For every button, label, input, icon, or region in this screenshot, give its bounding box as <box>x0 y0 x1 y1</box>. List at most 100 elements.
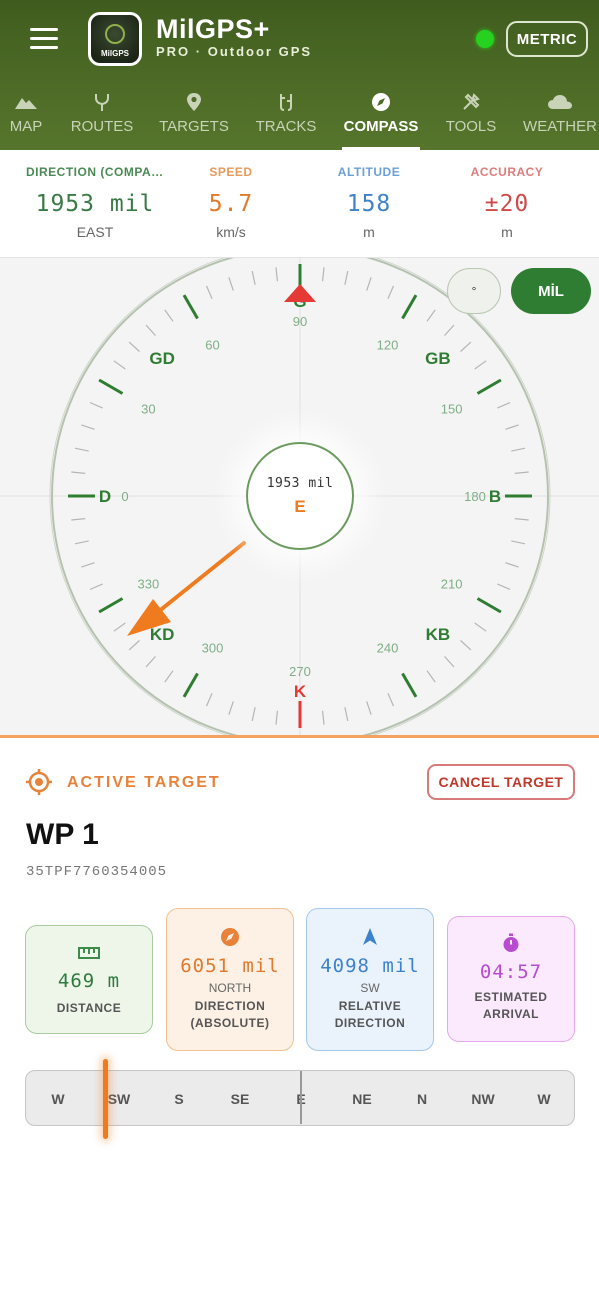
degree-number: 180 <box>464 489 486 504</box>
minor-tick <box>444 656 455 668</box>
accuracy-label: ACCURACY <box>470 165 544 179</box>
minor-tick <box>164 309 174 322</box>
estimated-arrival-label: ESTIMATED <box>474 990 548 1004</box>
major-tick <box>476 597 502 614</box>
estimated-arrival-value: 04:57 <box>479 961 543 983</box>
minor-tick <box>113 622 126 632</box>
minor-tick <box>387 693 395 707</box>
minor-tick <box>251 270 256 285</box>
absolute-direction-card: 6051 mil NORTH DIRECTION (ABSOLUTE) <box>166 908 294 1051</box>
menu-icon <box>30 28 58 31</box>
app-header: MilGPS MilGPS+ PRO · Outdoor GPS METRIC … <box>0 0 599 150</box>
altitude-label: ALTITUDE <box>337 165 401 179</box>
relative-direction-cardinal: SW <box>360 981 380 995</box>
target-crosshair-icon <box>26 769 52 795</box>
minor-tick <box>81 424 95 430</box>
tab-tools[interactable]: TOOLS <box>444 88 498 150</box>
app-title: MilGPS+ <box>156 14 270 44</box>
degree-number: 120 <box>377 337 399 352</box>
strip-label: N <box>416 1091 428 1107</box>
degree-number: 150 <box>441 402 463 417</box>
minor-tick <box>205 285 213 299</box>
cardinal-letter: B <box>489 487 501 506</box>
strip-label: S <box>174 1091 184 1107</box>
relative-direction-value: 4098 mil <box>320 955 420 977</box>
cancel-target-button[interactable]: CANCEL TARGET <box>427 764 575 800</box>
tab-targets[interactable]: TARGETS <box>159 88 229 150</box>
minor-tick <box>74 447 89 452</box>
navigation-arrow-icon <box>363 928 377 945</box>
minor-tick <box>505 424 519 430</box>
minor-tick <box>344 707 349 722</box>
unit-system-button[interactable]: METRIC <box>506 21 588 57</box>
distance-card: 469 m DISTANCE <box>25 925 153 1034</box>
minor-tick <box>205 693 213 707</box>
absolute-direction-value: 6051 mil <box>180 955 280 977</box>
strip-center-line <box>300 1071 302 1124</box>
absolute-direction-label-sub: (ABSOLUTE) <box>190 1016 270 1030</box>
cardinal-letter: GD <box>149 349 175 368</box>
tools-icon <box>463 93 480 110</box>
app-screen: MilGPS MilGPS+ PRO · Outdoor GPS METRIC … <box>0 0 599 1300</box>
absolute-direction-label: DIRECTION <box>194 999 266 1013</box>
minor-tick <box>74 540 89 545</box>
minor-tick <box>514 518 529 521</box>
tab-map[interactable]: MAP <box>4 88 48 150</box>
minor-tick <box>366 277 372 291</box>
direction-stat: DIRECTION (COMPASS) 1953 mil EAST <box>20 150 170 258</box>
heading-strip[interactable]: W SW S SE E NE N NW W <box>25 1059 575 1139</box>
major-tick <box>476 378 502 395</box>
minor-tick <box>164 670 174 683</box>
absolute-direction-cardinal: NORTH <box>208 981 252 995</box>
direction-label: DIRECTION (COMPASS) <box>26 165 170 179</box>
compass-icon <box>372 93 390 111</box>
minor-tick <box>497 401 511 409</box>
tab-tracks[interactable]: TRACKS <box>254 88 318 150</box>
minor-tick <box>497 583 511 591</box>
tab-routes[interactable]: ROUTES <box>70 88 134 150</box>
direction-unit: EAST <box>76 224 114 240</box>
ruler-icon <box>78 947 100 959</box>
menu-button[interactable] <box>26 24 64 54</box>
mil-unit-toggle[interactable]: MİL <box>511 268 591 314</box>
cardinal-letter: GB <box>425 349 451 368</box>
minor-tick <box>89 583 103 591</box>
waypoint-name: WP 1 <box>26 818 99 851</box>
minor-tick <box>322 267 325 282</box>
strip-label: NE <box>352 1091 372 1107</box>
minor-tick <box>71 471 86 474</box>
minor-tick <box>275 710 278 725</box>
minor-tick <box>511 447 526 452</box>
speed-label: SPEED <box>209 165 253 179</box>
minor-tick <box>474 360 487 370</box>
degree-number: 270 <box>289 664 311 679</box>
major-tick <box>98 378 124 395</box>
minor-tick <box>511 540 526 545</box>
tab-compass[interactable]: COMPASS <box>342 88 420 150</box>
minor-tick <box>145 656 156 668</box>
minor-tick <box>113 360 126 370</box>
strip-label: NW <box>471 1091 495 1107</box>
stopwatch-icon <box>503 933 519 952</box>
degree-number: 330 <box>138 577 160 592</box>
heading-marker <box>284 284 316 302</box>
minor-tick <box>505 562 519 568</box>
relative-direction-label-sub: DIRECTION <box>334 1016 406 1030</box>
tab-weather[interactable]: WEATHER <box>522 88 598 150</box>
altitude-value: 158 <box>346 191 392 217</box>
minor-tick <box>444 324 455 336</box>
degree-unit-toggle[interactable]: ° <box>447 268 501 314</box>
minor-tick <box>228 277 234 291</box>
cardinal-letter: KD <box>150 625 175 644</box>
strip-label: W <box>51 1091 65 1107</box>
relative-direction-card: 4098 mil SW RELATIVE DIRECTION <box>306 908 434 1051</box>
altitude-unit: m <box>363 224 375 240</box>
strip-label: W <box>537 1091 551 1107</box>
tab-bar: MAP ROUTES TARGETS TRACKS COMPASS TOOLS … <box>0 88 599 150</box>
speed-stat: SPEED 5.7 km/s <box>156 150 306 258</box>
center-readout: 1953 mil E <box>246 442 354 550</box>
waypoint-grid-reference: 35TPF7760354005 <box>26 864 168 880</box>
gps-status-indicator <box>476 30 494 48</box>
minor-tick <box>514 471 529 474</box>
estimated-arrival-label-sub: ARRIVAL <box>483 1007 539 1021</box>
